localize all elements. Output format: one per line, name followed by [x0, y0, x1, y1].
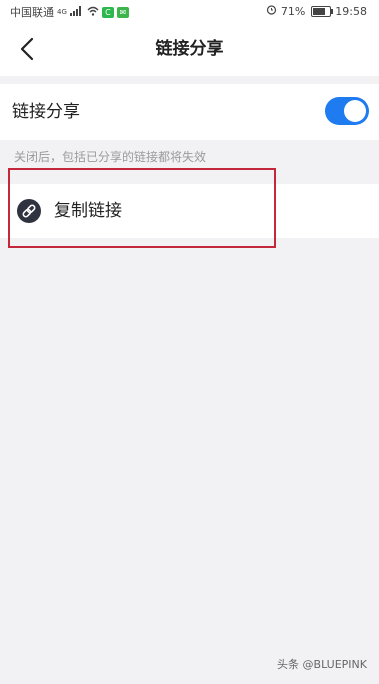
- link-share-hint: 关闭后，包括已分享的链接都将失效: [14, 150, 207, 164]
- nav-bar: 链接分享: [0, 22, 379, 76]
- app-badge-icon: C: [101, 6, 114, 18]
- link-share-toggle[interactable]: [325, 97, 369, 125]
- link-share-row: 链接分享: [0, 84, 379, 140]
- link-icon: [17, 199, 41, 223]
- alarm-icon: [266, 4, 277, 18]
- signal-icon: [69, 5, 84, 19]
- copy-link-row[interactable]: 复制链接: [0, 184, 379, 238]
- battery-percent: 71%: [280, 4, 306, 18]
- status-right: 71% 19:58: [266, 4, 367, 18]
- toggle-knob: [344, 100, 366, 122]
- watermark: 头条 @BLUEPINK: [277, 658, 367, 671]
- battery-fill: [313, 7, 325, 15]
- page-title: 链接分享: [155, 39, 224, 59]
- status-left: 中国联通 4G C ✉: [10, 4, 129, 20]
- chevron-left-icon[interactable]: [14, 35, 42, 63]
- network-type: 4G: [57, 8, 67, 16]
- link-share-label: 链接分享: [12, 102, 80, 122]
- time: 19:58: [335, 4, 367, 18]
- battery-icon: [311, 5, 334, 17]
- carrier-text: 中国联通: [10, 6, 54, 19]
- app-badge-icon: ✉: [116, 6, 129, 18]
- wifi-icon: [87, 6, 99, 19]
- status-bar: 中国联通 4G C ✉ 71% 19:58: [0, 0, 379, 22]
- copy-link-label: 复制链接: [54, 201, 122, 221]
